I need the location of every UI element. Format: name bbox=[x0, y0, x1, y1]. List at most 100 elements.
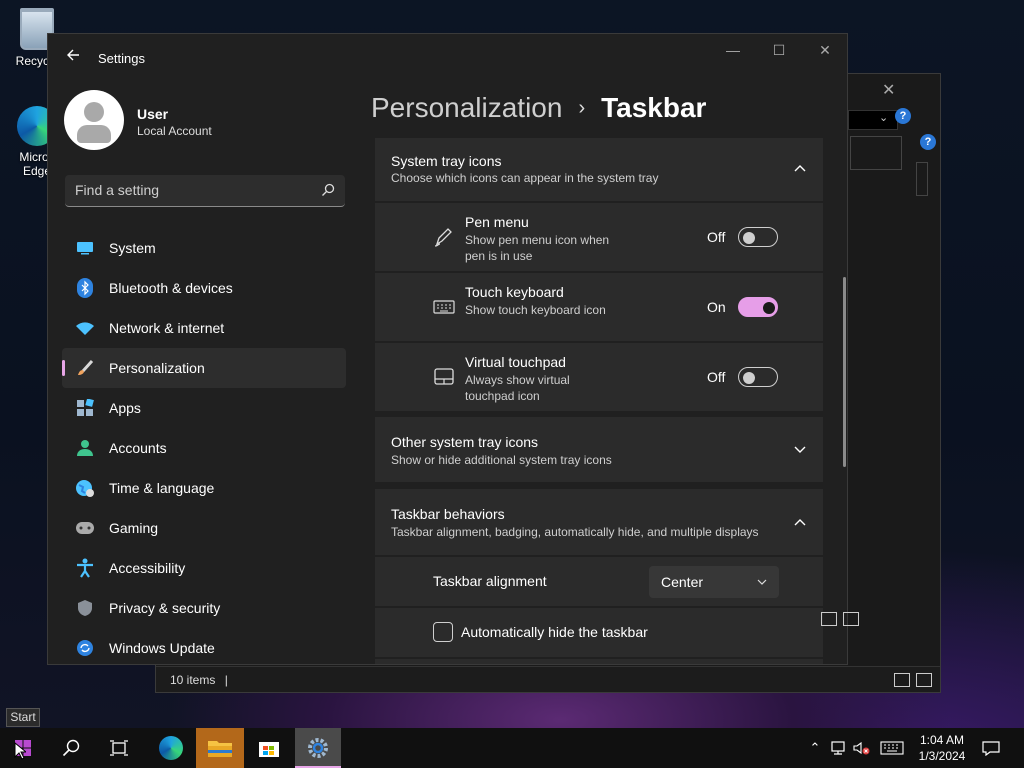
touch-keyboard-icon[interactable] bbox=[880, 740, 904, 756]
maximize-button[interactable]: ☐ bbox=[764, 42, 794, 62]
chevron-up-icon[interactable] bbox=[793, 515, 807, 529]
sidebar-item-label: Windows Update bbox=[109, 640, 215, 656]
task-view-button[interactable] bbox=[96, 728, 142, 768]
row-title: Pen menu bbox=[465, 214, 529, 230]
mouse-cursor-icon bbox=[14, 742, 26, 760]
toggle-state-label: Off bbox=[707, 229, 726, 245]
show-hidden-icons-chevron-icon[interactable]: ⌃ bbox=[806, 740, 824, 756]
folder-icon bbox=[208, 741, 232, 757]
task-view-icon bbox=[110, 740, 128, 756]
file-explorer-taskbar-button[interactable] bbox=[196, 728, 244, 768]
notification-icon[interactable] bbox=[982, 740, 1000, 756]
taskbar-behaviors-card-header[interactable]: Taskbar behaviors Taskbar alignment, bad… bbox=[375, 489, 823, 555]
sidebar-item-label: Apps bbox=[109, 400, 141, 416]
bg-close-icon[interactable]: ✕ bbox=[882, 80, 895, 100]
bg-dropdown[interactable]: ⌄ bbox=[848, 110, 898, 130]
notification-area bbox=[982, 728, 1000, 768]
sidebar-item-label: System bbox=[109, 240, 156, 256]
sidebar-item-personalization[interactable]: Personalization bbox=[62, 348, 346, 388]
back-button[interactable] bbox=[62, 48, 84, 70]
taskbar-alignment-dropdown[interactable]: Center bbox=[649, 566, 779, 598]
search-button[interactable] bbox=[48, 728, 94, 768]
system-tray: ⌃ bbox=[806, 728, 904, 768]
touch-keyboard-row: Touch keyboard Show touch keyboard icon … bbox=[375, 273, 823, 341]
settings-taskbar-button[interactable] bbox=[295, 728, 341, 768]
title-bar: Settings — ☐ ✕ bbox=[48, 34, 847, 82]
touchpad-icon bbox=[434, 368, 454, 385]
search-icon bbox=[62, 739, 80, 757]
shield-icon bbox=[75, 598, 95, 618]
sidebar-item-label: Accessibility bbox=[109, 560, 186, 576]
store-icon bbox=[259, 742, 279, 757]
system-tray-card-header[interactable]: System tray icons Choose which icons can… bbox=[375, 138, 823, 201]
help-icon-secondary[interactable]: ? bbox=[920, 134, 936, 150]
sidebar-item-label: Personalization bbox=[109, 360, 205, 376]
sidebar-item-accessibility[interactable]: Accessibility bbox=[62, 548, 346, 588]
sidebar-item-label: Gaming bbox=[109, 520, 159, 536]
close-button[interactable]: ✕ bbox=[810, 42, 840, 62]
autohide-checkbox[interactable] bbox=[433, 622, 453, 642]
breadcrumb-parent[interactable]: Personalization bbox=[371, 92, 562, 124]
sidebar-item-label: Accounts bbox=[109, 440, 167, 456]
bluetooth-icon bbox=[75, 278, 95, 298]
search-icon[interactable] bbox=[321, 183, 335, 197]
back-arrow-icon bbox=[67, 49, 79, 61]
taskbar-alignment-row: Taskbar alignment Center bbox=[375, 557, 823, 606]
clock-date: 1/3/2024 bbox=[918, 749, 966, 763]
sidebar-item-gaming[interactable]: Gaming bbox=[62, 508, 346, 548]
store-taskbar-button[interactable] bbox=[246, 728, 292, 768]
sidebar-item-time-language[interactable]: Time & language bbox=[62, 468, 346, 508]
sidebar-item-bluetooth[interactable]: Bluetooth & devices bbox=[62, 268, 346, 308]
large-icons-view-icon[interactable] bbox=[843, 612, 859, 626]
avatar[interactable] bbox=[64, 90, 124, 150]
clock-time: 1:04 AM bbox=[919, 733, 965, 747]
scrollbar-thumb[interactable] bbox=[843, 277, 846, 467]
avatar-body bbox=[77, 125, 111, 143]
bg-field-secondary bbox=[916, 162, 928, 196]
row-title: Touch keyboard bbox=[465, 284, 564, 300]
autohide-row: Automatically hide the taskbar bbox=[375, 608, 823, 657]
network-icon[interactable] bbox=[830, 740, 848, 756]
minimize-button[interactable]: — bbox=[718, 42, 748, 62]
item-count: 10 items bbox=[170, 673, 216, 687]
pen-menu-toggle[interactable] bbox=[738, 227, 778, 247]
checkbox-label[interactable]: Automatically hide the taskbar bbox=[461, 624, 648, 640]
account-type: Local Account bbox=[137, 124, 212, 138]
edge-taskbar-button[interactable] bbox=[148, 728, 194, 768]
sidebar-item-network[interactable]: Network & internet bbox=[62, 308, 346, 348]
details-view-icon[interactable] bbox=[894, 673, 910, 687]
taskbar: ⌃ 1:04 AM 1/3/2024 bbox=[0, 728, 1024, 768]
chevron-down-icon[interactable] bbox=[793, 443, 807, 457]
virtual-touchpad-toggle[interactable] bbox=[738, 367, 778, 387]
view-toggle-group-secondary bbox=[821, 612, 859, 626]
volume-muted-icon[interactable] bbox=[852, 740, 872, 756]
help-icon[interactable]: ? bbox=[895, 108, 911, 124]
other-tray-card[interactable]: Other system tray icons Show or hide add… bbox=[375, 417, 823, 482]
accounts-icon bbox=[75, 438, 95, 458]
row-subtitle: Show pen menu icon when pen is in use bbox=[465, 233, 610, 263]
bg-field bbox=[850, 136, 902, 170]
settings-window: Settings — ☐ ✕ User Local Account System… bbox=[47, 33, 848, 665]
sidebar-item-label: Bluetooth & devices bbox=[109, 280, 233, 296]
touch-keyboard-toggle[interactable] bbox=[738, 297, 778, 317]
large-icons-view-icon[interactable] bbox=[916, 673, 932, 687]
card-subtitle: Taskbar alignment, badging, automaticall… bbox=[391, 525, 759, 539]
pen-menu-row: Pen menu Show pen menu icon when pen is … bbox=[375, 203, 823, 271]
sidebar-item-accounts[interactable]: Accounts bbox=[62, 428, 346, 468]
dropdown-value: Center bbox=[661, 574, 704, 590]
sidebar-item-apps[interactable]: Apps bbox=[62, 388, 346, 428]
row-title: Virtual touchpad bbox=[465, 354, 566, 370]
search-input[interactable] bbox=[75, 182, 305, 198]
sidebar-item-system[interactable]: System bbox=[62, 228, 346, 268]
chevron-up-icon[interactable] bbox=[793, 161, 807, 175]
wifi-icon bbox=[75, 318, 95, 338]
edge-icon bbox=[159, 736, 183, 760]
gear-icon bbox=[308, 738, 328, 758]
sidebar-item-windows-update[interactable]: Windows Update bbox=[62, 628, 346, 664]
apps-icon bbox=[75, 398, 95, 418]
details-view-icon[interactable] bbox=[821, 612, 837, 626]
sidebar-item-label: Privacy & security bbox=[109, 600, 221, 616]
gamepad-icon bbox=[75, 518, 95, 538]
clock[interactable]: 1:04 AM 1/3/2024 bbox=[912, 732, 972, 764]
sidebar-item-privacy[interactable]: Privacy & security bbox=[62, 588, 346, 628]
